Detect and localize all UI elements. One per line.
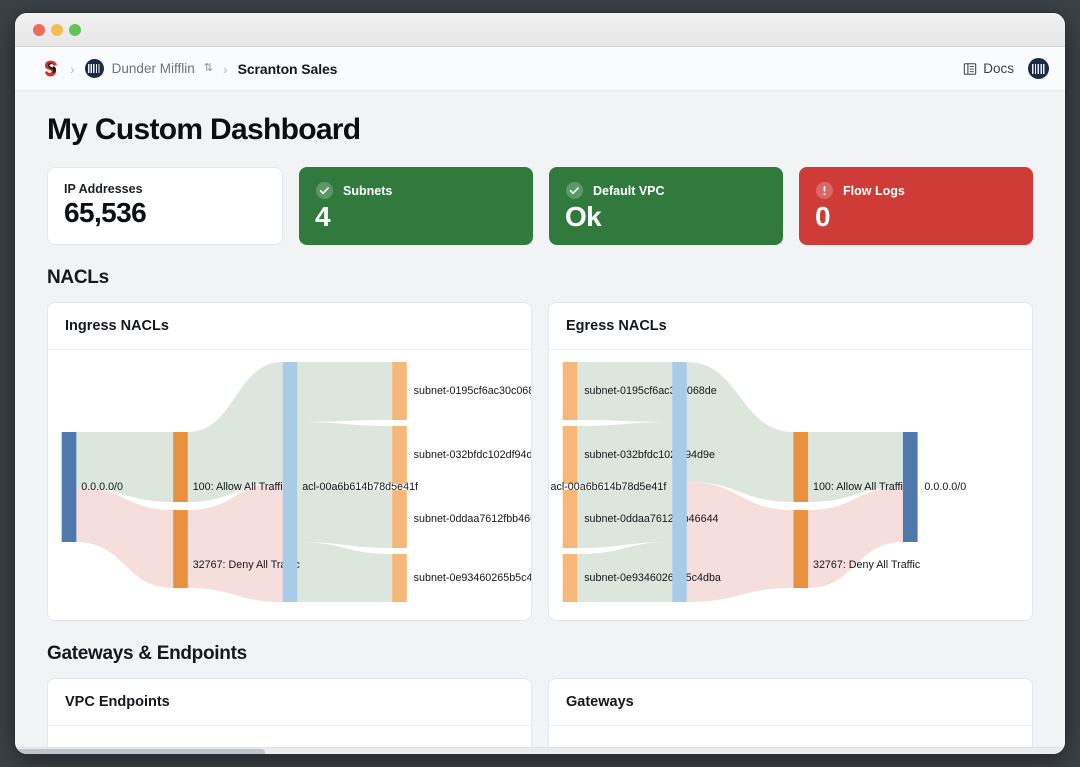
svg-text:subnet-032bfdc102df94d9e: subnet-032bfdc102df94d9e (414, 449, 531, 461)
minimize-window-button[interactable] (51, 24, 63, 36)
stat-card-header: Default VPC (565, 181, 767, 200)
window-titlebar (15, 13, 1065, 47)
stat-card-header: Subnets (315, 181, 517, 200)
panel-title: Egress NACLs (549, 303, 1032, 350)
svg-text:acl-00a6b614b78d5e41f: acl-00a6b614b78d5e41f (550, 481, 667, 493)
panel-ingress-nacls: Ingress NACLs 0.0.0.0/0 100: Allow All Tr… (47, 302, 532, 621)
stat-card-header: Flow Logs (815, 181, 1017, 200)
stat-label: Subnets (343, 184, 392, 198)
stat-card-default-vpc[interactable]: Default VPC Ok (549, 167, 783, 245)
sankey-diagram-egress: subnet-0195cf6ac30c068de subnet-032bfdc10… (549, 350, 1032, 620)
nacl-panel-row: Ingress NACLs 0.0.0.0/0 100: Allow All Tr… (47, 302, 1033, 621)
stat-value: 4 (315, 201, 517, 233)
maximize-window-button[interactable] (69, 24, 81, 36)
stat-card-subnets[interactable]: Subnets 4 (299, 167, 533, 245)
horizontal-scrollbar-thumb[interactable] (15, 749, 265, 755)
svg-text:subnet-0ddaa7612fbb46644: subnet-0ddaa7612fbb46644 (584, 513, 718, 525)
stat-value: 65,536 (64, 197, 266, 229)
svg-text:0.0.0.0/0: 0.0.0.0/0 (924, 481, 966, 493)
app-header-actions: Docs (963, 58, 1049, 79)
svg-text:subnet-0ddaa7612fbb46644: subnet-0ddaa7612fbb46644 (414, 513, 531, 525)
svg-text:32767: Deny All Traffic: 32767: Deny All Traffic (813, 559, 921, 571)
desktop-background: › Dunder Mifflin ⇅ › Scranton Sales (0, 0, 1080, 767)
chevron-updown-icon[interactable]: ⇅ (204, 63, 213, 74)
browser-window: › Dunder Mifflin ⇅ › Scranton Sales (14, 12, 1066, 755)
breadcrumb-separator-2: › (223, 61, 228, 77)
stat-label: Flow Logs (843, 184, 905, 198)
panel-gateways: Gateways (548, 678, 1033, 755)
svg-text:subnet-0195cf6ac30c068de: subnet-0195cf6ac30c068de (584, 385, 717, 397)
check-circle-icon (565, 181, 584, 200)
stat-card-header: IP Addresses (64, 182, 266, 196)
panel-egress-nacls: Egress NACLs subnet-0195cf6ac30c068desub… (548, 302, 1033, 621)
stat-card-ip-addresses[interactable]: IP Addresses 65,536 (47, 167, 283, 245)
org-name-label: Dunder Mifflin (112, 61, 195, 76)
stat-card-row: IP Addresses 65,536 Subnets 4 (47, 167, 1033, 245)
app-header: › Dunder Mifflin ⇅ › Scranton Sales (15, 47, 1065, 91)
svg-text:100: Allow All Traffic: 100: Allow All Traffic (813, 481, 909, 493)
panel-title: Ingress NACLs (48, 303, 531, 350)
panel-title: Gateways (549, 679, 1032, 726)
alert-circle-icon (815, 181, 834, 200)
breadcrumb-current-page[interactable]: Scranton Sales (238, 61, 338, 77)
stat-label: IP Addresses (64, 182, 143, 196)
stat-value: 0 (815, 201, 1017, 233)
brand-logo-icon[interactable] (41, 59, 60, 78)
breadcrumb-separator-1: › (70, 61, 75, 77)
dashboard-scroll-region[interactable]: My Custom Dashboard IP Addresses 65,536 (15, 91, 1065, 755)
section-title-gateways-endpoints: Gateways & Endpoints (47, 643, 1033, 665)
panel-title: VPC Endpoints (48, 679, 531, 726)
docs-label: Docs (983, 61, 1014, 76)
panel-vpc-endpoints: VPC Endpoints (47, 678, 532, 755)
sankey-diagram-ingress: 0.0.0.0/0100: Allow All Traffic32767: De… (48, 350, 531, 620)
svg-text:subnet-0e93460265b5c4dba: subnet-0e93460265b5c4dba (414, 572, 531, 584)
close-window-button[interactable] (33, 24, 45, 36)
ingress-sankey-chart[interactable]: 0.0.0.0/0100: Allow All Traffic32767: De… (48, 350, 531, 620)
stat-label: Default VPC (593, 184, 665, 198)
horizontal-scrollbar-track[interactable] (15, 747, 1065, 755)
egress-sankey-chart[interactable]: subnet-0195cf6ac30c068de subnet-032bfdc10… (549, 350, 1032, 620)
user-avatar-icon[interactable] (1028, 58, 1049, 79)
stat-value: Ok (565, 201, 767, 233)
svg-text:subnet-032bfdc102df94d9e: subnet-032bfdc102df94d9e (584, 449, 715, 461)
check-circle-icon (315, 181, 334, 200)
svg-text:subnet-0e93460265b5c4dba: subnet-0e93460265b5c4dba (584, 572, 722, 584)
section-title-nacls: NACLs (47, 267, 1033, 289)
breadcrumb-org[interactable]: Dunder Mifflin ⇅ (85, 59, 213, 78)
stat-card-flow-logs[interactable]: Flow Logs 0 (799, 167, 1033, 245)
svg-text:100: Allow All Traffic: 100: Allow All Traffic (193, 481, 289, 493)
org-avatar-icon (85, 59, 104, 78)
gateway-panel-row: VPC Endpoints Gateways (47, 678, 1033, 755)
svg-text:subnet-0195cf6ac30c068de: subnet-0195cf6ac30c068de (414, 385, 531, 397)
docs-link[interactable]: Docs (963, 61, 1014, 76)
page-title: My Custom Dashboard (47, 113, 1033, 147)
svg-text:0.0.0.0/0: 0.0.0.0/0 (81, 481, 123, 493)
book-icon (963, 62, 977, 76)
